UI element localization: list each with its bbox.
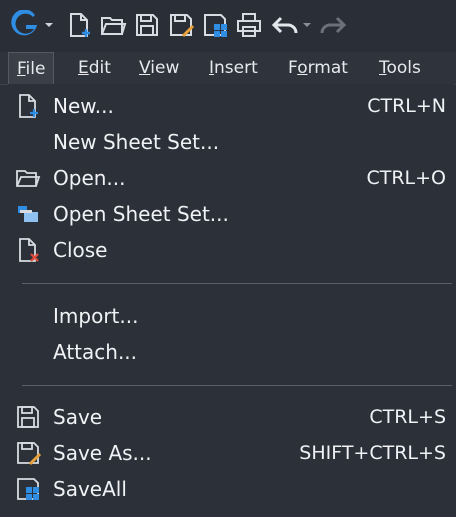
menu-item-new[interactable]: New... CTRL+N bbox=[8, 88, 454, 124]
menu-edit-mnemonic: E bbox=[78, 58, 89, 78]
open-folder-icon bbox=[14, 164, 42, 192]
menu-item-shortcut: CTRL+O bbox=[366, 167, 446, 189]
menu-tools-mnemonic: T bbox=[379, 58, 387, 78]
menu-separator bbox=[22, 385, 452, 386]
menu-tools[interactable]: Tools bbox=[371, 52, 429, 84]
open-sheet-set-icon bbox=[14, 200, 42, 228]
menu-item-label: Open Sheet Set... bbox=[53, 202, 229, 226]
menu-view-label: iew bbox=[150, 58, 180, 78]
print-icon[interactable] bbox=[234, 10, 264, 40]
menu-item-shortcut: CTRL+N bbox=[367, 95, 446, 117]
menu-item-new-sheet-set[interactable]: New Sheet Set... bbox=[8, 124, 454, 160]
app-window: File Edit View Insert Format Tools New..… bbox=[0, 0, 456, 517]
menu-edit-label: dit bbox=[88, 58, 111, 78]
menu-item-label: Import... bbox=[53, 304, 139, 328]
save-icon[interactable] bbox=[132, 10, 162, 40]
save-icon bbox=[14, 403, 42, 431]
menu-item-open-sheet-set[interactable]: Open Sheet Set... bbox=[8, 196, 454, 232]
menu-insert-label: nsert bbox=[214, 58, 258, 78]
file-menu-dropdown: New... CTRL+N New Sheet Set... Open... C… bbox=[8, 84, 454, 517]
menu-item-close[interactable]: Close bbox=[8, 232, 454, 268]
menu-item-label: New Sheet Set... bbox=[53, 130, 220, 154]
menu-item-save-as[interactable]: Save As... SHIFT+CTRL+S bbox=[8, 435, 454, 471]
menu-item-label: Open... bbox=[53, 166, 126, 190]
menu-file[interactable]: File bbox=[8, 52, 55, 85]
menu-format-label-b: rmat bbox=[307, 58, 348, 78]
menu-format-mnemonic: o bbox=[297, 58, 308, 78]
menu-separator bbox=[22, 283, 452, 284]
menu-file-mnemonic: F bbox=[17, 59, 26, 79]
app-logo-icon[interactable] bbox=[10, 10, 40, 40]
chevron-down-icon[interactable] bbox=[44, 20, 54, 30]
menu-item-label: SaveAll bbox=[53, 477, 127, 501]
save-as-icon[interactable] bbox=[166, 10, 196, 40]
menu-item-label: Attach... bbox=[53, 340, 138, 364]
new-file-icon bbox=[14, 92, 42, 120]
menu-item-shortcut: SHIFT+CTRL+S bbox=[299, 442, 446, 464]
menu-item-label: New... bbox=[53, 94, 114, 118]
menu-item-label: Save As... bbox=[53, 441, 152, 465]
save-all-icon[interactable] bbox=[200, 10, 230, 40]
open-folder-icon[interactable] bbox=[98, 10, 128, 40]
menu-insert[interactable]: Insert bbox=[201, 52, 266, 84]
menu-view-mnemonic: V bbox=[139, 58, 151, 78]
menu-item-save-all[interactable]: SaveAll bbox=[8, 471, 454, 507]
menu-item-shortcut: CTRL+S bbox=[369, 406, 446, 428]
menu-item-open[interactable]: Open... CTRL+O bbox=[8, 160, 454, 196]
close-file-icon bbox=[14, 236, 42, 264]
menu-edit[interactable]: Edit bbox=[70, 52, 119, 84]
menu-item-label: Save bbox=[53, 405, 103, 429]
menu-item-label: Close bbox=[53, 238, 108, 262]
menu-bar: File Edit View Insert Format Tools bbox=[0, 52, 456, 85]
save-all-icon bbox=[14, 475, 42, 503]
menu-item-import[interactable]: Import... bbox=[8, 298, 454, 334]
new-file-icon[interactable] bbox=[64, 10, 94, 40]
menu-format-label-a: F bbox=[288, 58, 298, 78]
undo-dropdown-icon[interactable] bbox=[302, 20, 312, 30]
menu-file-label: ile bbox=[25, 59, 46, 79]
menu-tools-label: ools bbox=[386, 58, 421, 78]
save-as-icon bbox=[14, 439, 42, 467]
quick-access-toolbar bbox=[0, 0, 456, 52]
redo-icon[interactable] bbox=[318, 10, 348, 40]
menu-view[interactable]: View bbox=[131, 52, 187, 84]
menu-item-attach[interactable]: Attach... bbox=[8, 334, 454, 370]
menu-format[interactable]: Format bbox=[280, 52, 356, 84]
undo-icon[interactable] bbox=[270, 10, 300, 40]
menu-item-save[interactable]: Save CTRL+S bbox=[8, 399, 454, 435]
